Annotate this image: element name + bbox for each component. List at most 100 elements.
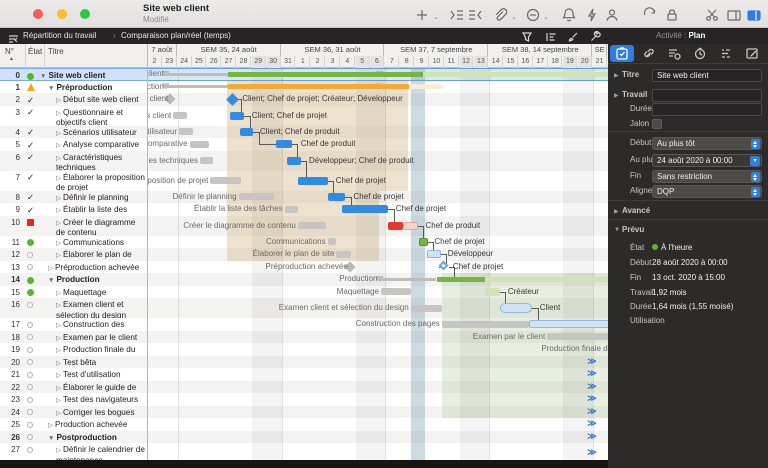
baseline-bar[interactable]: [189, 140, 209, 148]
table-row[interactable]: 9✓▷Établir la liste des tâches: [0, 203, 147, 225]
expand-arrow-icon[interactable]: ▷: [48, 265, 53, 272]
stepper-icon[interactable]: [751, 172, 760, 182]
fin-select[interactable]: Sans restriction: [652, 170, 762, 183]
section-prevu[interactable]: Prévu: [622, 225, 644, 234]
indent-icon[interactable]: [449, 7, 465, 23]
actual-bar[interactable]: [529, 320, 608, 329]
breadcrumb-subview[interactable]: Comparaison plan/réel (temps): [121, 31, 231, 40]
breadcrumb-view[interactable]: Répartition du travail: [23, 31, 96, 40]
baseline-bar[interactable]: [179, 128, 193, 136]
baseline-bar[interactable]: [173, 112, 187, 119]
baseline-bar[interactable]: [547, 333, 608, 341]
status-icon[interactable]: [525, 7, 541, 23]
baseline-bar[interactable]: [210, 177, 242, 184]
format-icon[interactable]: [545, 30, 557, 42]
alignement-select[interactable]: DQP: [652, 185, 762, 198]
actual-bar[interactable]: [342, 205, 389, 214]
actual-bar[interactable]: [297, 176, 328, 185]
baseline-bar[interactable]: [297, 222, 327, 229]
actual-bar[interactable]: [426, 250, 442, 259]
tab-plan-clipboard-icon[interactable]: [610, 45, 634, 62]
table-row[interactable]: 4 ✓ ▷ Scénarios utilisateur: [0, 125, 147, 138]
expand-arrow-icon[interactable]: ▷: [56, 360, 61, 367]
expand-arrow-icon[interactable]: ▷: [56, 290, 61, 297]
actual-bar[interactable]: [327, 192, 346, 201]
table-row[interactable]: 23 ▷ Test des navigateurs: [0, 393, 147, 406]
expand-arrow-icon[interactable]: ▷: [56, 335, 61, 342]
offscreen-task-icon[interactable]: ≫: [587, 381, 596, 392]
lock-icon[interactable]: [664, 7, 680, 23]
table-row[interactable]: 0 ▼ Site web client: [0, 68, 147, 81]
actual-summary-bar[interactable]: [228, 84, 410, 90]
filter-icon[interactable]: [521, 30, 533, 42]
column-header-num[interactable]: N°: [5, 47, 14, 56]
close-button[interactable]: [33, 9, 43, 19]
expand-arrow-icon[interactable]: ▷: [56, 175, 61, 182]
expand-arrow-icon[interactable]: ▷: [56, 372, 61, 379]
actual-summary-remaining[interactable]: [409, 84, 445, 89]
minimize-button[interactable]: [57, 9, 67, 19]
collapse-arrow-icon[interactable]: ▼: [48, 435, 54, 442]
baseline-bar[interactable]: [380, 288, 411, 296]
table-row[interactable]: 16 ▷ Examen client et sélection du design: [0, 298, 147, 320]
table-row[interactable]: 10 ▷ Créer le diagramme de contenu: [0, 215, 147, 237]
actual-bar[interactable]: [418, 237, 428, 246]
section-avance[interactable]: Avancé: [622, 206, 650, 215]
expand-arrow-icon[interactable]: ▷: [56, 410, 61, 417]
table-row[interactable]: 17▷Construction des pages: [0, 318, 147, 340]
baseline-bar[interactable]: [284, 205, 298, 213]
actual-summary-bar[interactable]: [228, 71, 423, 77]
sync-icon[interactable]: [642, 7, 658, 23]
table-row[interactable]: 27 ▷ Définir le calendrier de maintenance: [0, 443, 147, 460]
actual-bar[interactable]: [229, 111, 245, 120]
expand-arrow-icon[interactable]: ▷: [48, 422, 53, 429]
baseline-bar[interactable]: [410, 304, 442, 312]
column-header-state[interactable]: État: [28, 47, 42, 56]
offscreen-task-icon[interactable]: ≫: [587, 356, 596, 367]
debut-select[interactable]: Au plus tôt: [652, 137, 762, 150]
disclosure-icon[interactable]: ▶: [614, 72, 619, 79]
disclosure-icon[interactable]: ▼: [614, 227, 620, 233]
jalon-checkbox[interactable]: [652, 119, 662, 129]
date-dropdown-icon[interactable]: ▾: [750, 156, 760, 166]
table-row[interactable]: 12▷Élaborer le plan de site: [0, 248, 147, 270]
actual-bar-remaining[interactable]: [403, 221, 419, 230]
attach-icon[interactable]: [492, 7, 508, 23]
expand-arrow-icon[interactable]: ▷: [56, 155, 61, 162]
expand-arrow-icon[interactable]: ▷: [56, 385, 61, 392]
actual-bar[interactable]: [240, 127, 254, 136]
actual-bar[interactable]: [499, 303, 533, 313]
disclosure-icon[interactable]: ▶: [614, 208, 619, 215]
collapse-arrow-icon[interactable]: ▼: [48, 277, 54, 284]
cut-icon[interactable]: [704, 7, 720, 23]
tab-links-icon[interactable]: [636, 45, 660, 62]
table-row[interactable]: 13 ▷ Préproduction achevée: [0, 260, 147, 273]
table-row[interactable]: 2 ✓ ▷ Début site web client: [0, 93, 147, 106]
activity-selector[interactable]: Activité : Plan: [656, 31, 705, 40]
expand-arrow-icon[interactable]: ▷: [56, 207, 61, 214]
tab-edit-pencil-icon[interactable]: [740, 45, 764, 62]
status-chevron-icon[interactable]: ⌄: [543, 13, 549, 21]
table-row[interactable]: 19▷Production finale du site: [0, 343, 147, 365]
stepper-icon[interactable]: [751, 139, 760, 149]
resources-icon[interactable]: [604, 7, 620, 23]
settings-wrench-icon[interactable]: [589, 30, 601, 42]
expand-arrow-icon[interactable]: ▷: [56, 302, 61, 309]
table-row[interactable]: 22▷Élaborer le guide de style: [0, 380, 147, 402]
column-header-title[interactable]: Titre: [48, 47, 64, 56]
baseline-bar[interactable]: [336, 250, 352, 258]
expand-arrow-icon[interactable]: ▷: [56, 110, 61, 117]
duree-input[interactable]: [652, 103, 762, 116]
zoom-button[interactable]: [80, 9, 90, 19]
table-row[interactable]: 15 ▷ Maquettage: [0, 285, 147, 298]
expand-arrow-icon[interactable]: ▷: [56, 322, 61, 329]
tab-time-icon[interactable]: [688, 45, 712, 62]
travail-input[interactable]: [652, 89, 762, 102]
table-row[interactable]: 7 ✓ ▷ Élaborer la proposition de projet: [0, 170, 147, 192]
table-row[interactable]: 25 ▷ Production achevée: [0, 418, 147, 431]
add-icon[interactable]: [414, 7, 430, 23]
expand-arrow-icon[interactable]: ▷: [56, 397, 61, 404]
panel-left-icon[interactable]: [726, 7, 742, 23]
table-row[interactable]: 14 ▼ Production: [0, 273, 147, 286]
table-row[interactable]: 20 ▷ Test bêta: [0, 355, 147, 368]
